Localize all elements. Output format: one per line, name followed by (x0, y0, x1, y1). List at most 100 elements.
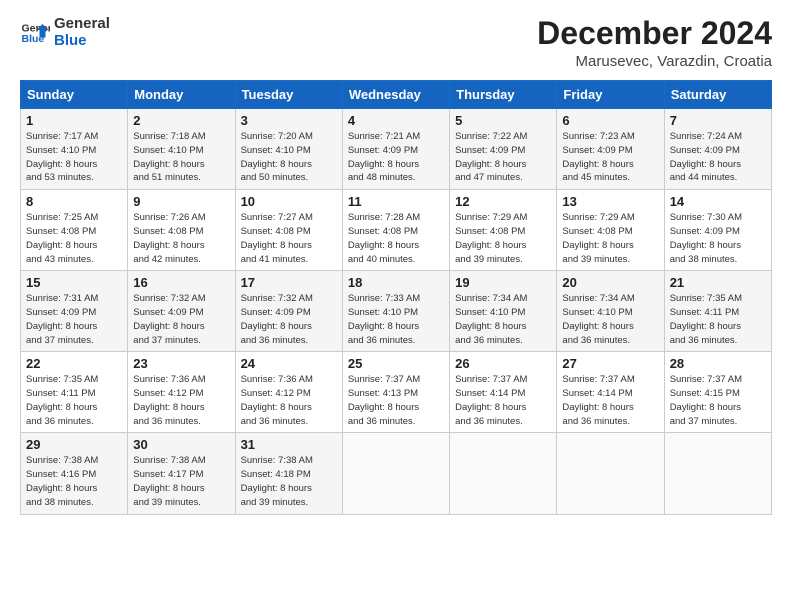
day-number: 21 (670, 275, 766, 290)
day-number: 19 (455, 275, 551, 290)
day-cell (557, 433, 664, 514)
day-cell: 30 Sunrise: 7:38 AMSunset: 4:17 PMDayligh… (128, 433, 235, 514)
day-number: 22 (26, 356, 122, 371)
day-number: 20 (562, 275, 658, 290)
page-header: General Blue General Blue December 2024 … (20, 16, 772, 70)
weekday-friday: Friday (557, 81, 664, 109)
day-info: Sunrise: 7:28 AMSunset: 4:08 PMDaylight:… (348, 211, 444, 266)
weekday-header-row: SundayMondayTuesdayWednesdayThursdayFrid… (21, 81, 772, 109)
weekday-saturday: Saturday (664, 81, 771, 109)
day-cell: 28Sunrise: 7:37 AMSunset: 4:15 PMDayligh… (664, 352, 771, 433)
logo: General Blue General Blue (20, 16, 110, 49)
day-info: Sunrise: 7:34 AMSunset: 4:10 PMDaylight:… (455, 292, 551, 347)
day-number: 9 (133, 194, 229, 209)
day-cell: 18 Sunrise: 7:33 AMSunset: 4:10 PMDayligh… (342, 271, 449, 352)
day-cell: 11 Sunrise: 7:28 AMSunset: 4:08 PMDayligh… (342, 190, 449, 271)
day-number: 10 (241, 194, 337, 209)
day-cell: 4 Sunrise: 7:21 AMSunset: 4:09 PMDaylight… (342, 109, 449, 190)
day-cell: 31 Sunrise: 7:38 AMSunset: 4:18 PMDayligh… (235, 433, 342, 514)
day-number: 14 (670, 194, 766, 209)
day-number: 17 (241, 275, 337, 290)
day-number: 13 (562, 194, 658, 209)
day-info: Sunrise: 7:17 AMSunset: 4:10 PMDaylight:… (26, 130, 122, 185)
week-row-4: 22Sunrise: 7:35 AMSunset: 4:11 PMDayligh… (21, 352, 772, 433)
day-cell: 25Sunrise: 7:37 AMSunset: 4:13 PMDayligh… (342, 352, 449, 433)
day-cell: 3Sunrise: 7:20 AMSunset: 4:10 PMDaylight… (235, 109, 342, 190)
day-cell: 26 Sunrise: 7:37 AMSunset: 4:14 PMDayligh… (450, 352, 557, 433)
day-info: Sunrise: 7:38 AMSunset: 4:18 PMDaylight:… (241, 454, 337, 509)
day-info: Sunrise: 7:32 AMSunset: 4:09 PMDaylight:… (133, 292, 229, 347)
logo-icon: General Blue (20, 18, 50, 48)
logo-line1: General (54, 16, 110, 33)
day-cell: 7Sunrise: 7:24 AMSunset: 4:09 PMDaylight… (664, 109, 771, 190)
day-info: Sunrise: 7:34 AMSunset: 4:10 PMDaylight:… (562, 292, 658, 347)
week-row-5: 29 Sunrise: 7:38 AMSunset: 4:16 PMDayligh… (21, 433, 772, 514)
day-cell: 27 Sunrise: 7:37 AMSunset: 4:14 PMDayligh… (557, 352, 664, 433)
day-number: 3 (241, 113, 337, 128)
day-number: 27 (562, 356, 658, 371)
day-number: 30 (133, 437, 229, 452)
day-info: Sunrise: 7:32 AMSunset: 4:09 PMDaylight:… (241, 292, 337, 347)
day-number: 16 (133, 275, 229, 290)
day-number: 24 (241, 356, 337, 371)
day-info: Sunrise: 7:30 AMSunset: 4:09 PMDaylight:… (670, 211, 766, 266)
day-info: Sunrise: 7:38 AMSunset: 4:16 PMDaylight:… (26, 454, 122, 509)
day-cell: 1 Sunrise: 7:17 AMSunset: 4:10 PMDaylight… (21, 109, 128, 190)
day-info: Sunrise: 7:37 AMSunset: 4:14 PMDaylight:… (455, 373, 551, 428)
week-row-1: 1 Sunrise: 7:17 AMSunset: 4:10 PMDaylight… (21, 109, 772, 190)
day-number: 31 (241, 437, 337, 452)
day-number: 1 (26, 113, 122, 128)
day-cell: 21 Sunrise: 7:35 AMSunset: 4:11 PMDayligh… (664, 271, 771, 352)
day-info: Sunrise: 7:21 AMSunset: 4:09 PMDaylight:… (348, 130, 444, 185)
day-number: 28 (670, 356, 766, 371)
day-info: Sunrise: 7:36 AMSunset: 4:12 PMDaylight:… (133, 373, 229, 428)
week-row-3: 15 Sunrise: 7:31 AMSunset: 4:09 PMDayligh… (21, 271, 772, 352)
day-info: Sunrise: 7:38 AMSunset: 4:17 PMDaylight:… (133, 454, 229, 509)
day-info: Sunrise: 7:25 AMSunset: 4:08 PMDaylight:… (26, 211, 122, 266)
day-number: 6 (562, 113, 658, 128)
day-number: 2 (133, 113, 229, 128)
day-cell: 22Sunrise: 7:35 AMSunset: 4:11 PMDayligh… (21, 352, 128, 433)
weekday-thursday: Thursday (450, 81, 557, 109)
day-info: Sunrise: 7:36 AMSunset: 4:12 PMDaylight:… (241, 373, 337, 428)
day-number: 29 (26, 437, 122, 452)
day-cell: 16 Sunrise: 7:32 AMSunset: 4:09 PMDayligh… (128, 271, 235, 352)
day-cell: 24 Sunrise: 7:36 AMSunset: 4:12 PMDayligh… (235, 352, 342, 433)
day-number: 15 (26, 275, 122, 290)
logo-line2: Blue (54, 33, 110, 50)
weekday-tuesday: Tuesday (235, 81, 342, 109)
day-number: 8 (26, 194, 122, 209)
day-info: Sunrise: 7:29 AMSunset: 4:08 PMDaylight:… (455, 211, 551, 266)
day-cell: 20 Sunrise: 7:34 AMSunset: 4:10 PMDayligh… (557, 271, 664, 352)
day-number: 7 (670, 113, 766, 128)
day-cell: 8 Sunrise: 7:25 AMSunset: 4:08 PMDaylight… (21, 190, 128, 271)
day-cell: 29 Sunrise: 7:38 AMSunset: 4:16 PMDayligh… (21, 433, 128, 514)
month-title: December 2024 (537, 16, 772, 51)
location: Marusevec, Varazdin, Croatia (537, 53, 772, 70)
day-cell: 10 Sunrise: 7:27 AMSunset: 4:08 PMDayligh… (235, 190, 342, 271)
day-info: Sunrise: 7:23 AMSunset: 4:09 PMDaylight:… (562, 130, 658, 185)
day-cell: 9Sunrise: 7:26 AMSunset: 4:08 PMDaylight… (128, 190, 235, 271)
day-info: Sunrise: 7:31 AMSunset: 4:09 PMDaylight:… (26, 292, 122, 347)
day-cell: 19 Sunrise: 7:34 AMSunset: 4:10 PMDayligh… (450, 271, 557, 352)
day-number: 4 (348, 113, 444, 128)
calendar-table: SundayMondayTuesdayWednesdayThursdayFrid… (20, 80, 772, 514)
day-info: Sunrise: 7:35 AMSunset: 4:11 PMDaylight:… (670, 292, 766, 347)
day-cell: 15 Sunrise: 7:31 AMSunset: 4:09 PMDayligh… (21, 271, 128, 352)
day-cell: 2 Sunrise: 7:18 AMSunset: 4:10 PMDaylight… (128, 109, 235, 190)
day-cell (450, 433, 557, 514)
day-cell: 23 Sunrise: 7:36 AMSunset: 4:12 PMDayligh… (128, 352, 235, 433)
day-info: Sunrise: 7:27 AMSunset: 4:08 PMDaylight:… (241, 211, 337, 266)
day-info: Sunrise: 7:33 AMSunset: 4:10 PMDaylight:… (348, 292, 444, 347)
day-number: 18 (348, 275, 444, 290)
day-number: 11 (348, 194, 444, 209)
day-info: Sunrise: 7:37 AMSunset: 4:14 PMDaylight:… (562, 373, 658, 428)
day-cell: 5Sunrise: 7:22 AMSunset: 4:09 PMDaylight… (450, 109, 557, 190)
day-cell: 12Sunrise: 7:29 AMSunset: 4:08 PMDayligh… (450, 190, 557, 271)
weekday-monday: Monday (128, 81, 235, 109)
day-number: 26 (455, 356, 551, 371)
day-number: 23 (133, 356, 229, 371)
day-info: Sunrise: 7:18 AMSunset: 4:10 PMDaylight:… (133, 130, 229, 185)
weekday-sunday: Sunday (21, 81, 128, 109)
day-number: 25 (348, 356, 444, 371)
